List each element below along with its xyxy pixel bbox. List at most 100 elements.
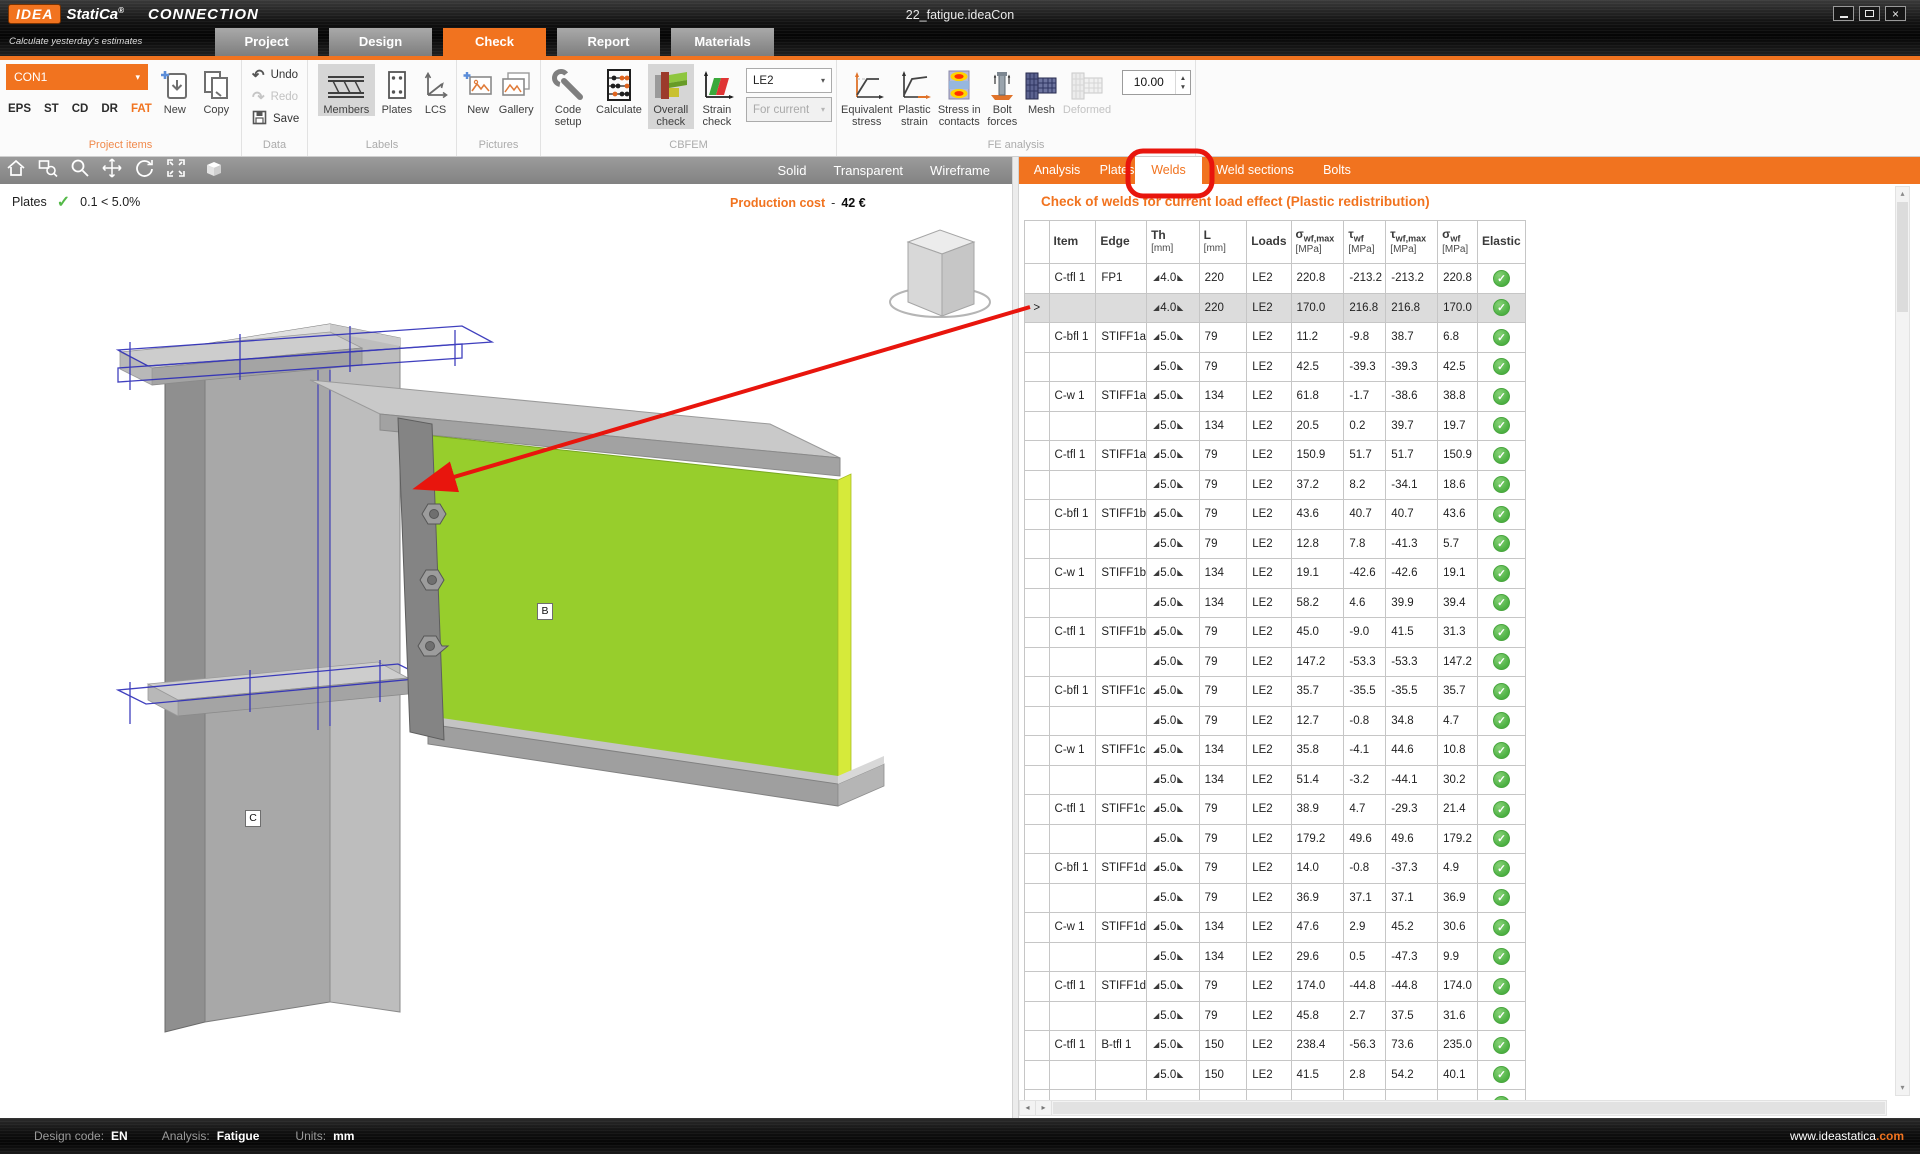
tab-welds[interactable]: Welds [1135,157,1202,184]
save-button[interactable]: Save [248,108,303,130]
spin-down-icon[interactable]: ▼ [1180,84,1186,91]
row-expander[interactable] [1024,322,1050,353]
spin-up-icon[interactable]: ▲ [1180,75,1186,82]
plates-labels-button[interactable]: Plates [379,64,416,116]
table-row[interactable]: C-tfl 1 B-tfl 1 ◢5.0◣ 150 LE2 238.4 -56.3 73.6 2… [1024,1030,1526,1061]
stress-in-contacts-button[interactable]: Stress in contacts [936,64,982,129]
mesh-button[interactable]: Mesh [1022,64,1060,116]
mode-fat[interactable]: FAT [131,103,152,115]
mode-cd[interactable]: CD [72,103,89,115]
load-effect-select[interactable]: LE2 ▾ [746,68,832,93]
tab-bolts[interactable]: Bolts [1315,157,1359,184]
table-row[interactable]: ◢5.0◣ 79 LE2 42.5 -39.3 -39.3 42.5 ✓ [1024,351,1526,382]
row-expander[interactable] [1024,410,1050,441]
table-row[interactable]: ◢5.0◣ 79 LE2 45.8 2.7 37.5 31.6 ✓ [1024,1000,1526,1031]
row-expander[interactable] [1024,558,1050,589]
table-row[interactable]: C-tfl 1 STIFF1b ◢5.0◣ 79 LE2 45.0 -9.0 41.5 31.3… [1024,617,1526,648]
view-mode-wireframe[interactable]: Wireframe [930,163,990,178]
calculate-button[interactable]: Calculate [592,64,646,116]
mode-st[interactable]: ST [44,103,59,115]
row-expander[interactable] [1024,469,1050,500]
table-row[interactable]: C-bfl 1 STIFF1a ◢5.0◣ 79 LE2 11.2 -9.8 38.7 6.8 ✓ [1024,322,1526,353]
scroll-right-icon[interactable]: ▸ [1036,1101,1052,1115]
row-expander[interactable] [1024,646,1050,677]
table-row[interactable]: C-w 1 STIFF1b ◢5.0◣ 134 LE2 19.1 -42.6 -42.6 19.… [1024,558,1526,589]
view-mode-transparent[interactable]: Transparent [833,163,903,178]
row-expander[interactable] [1024,587,1050,618]
row-expander[interactable] [1024,882,1050,913]
row-expander[interactable] [1024,440,1050,471]
solid-view-button[interactable] [198,157,230,184]
equivalent-stress-button[interactable]: Equivalent stress [841,64,892,129]
table-row[interactable]: C-w 1 STIFF1a ◢5.0◣ 134 LE2 61.8 -1.7 -38.6 38.8… [1024,381,1526,412]
row-expander[interactable] [1024,912,1050,943]
zoom-button[interactable] [64,157,96,184]
table-row[interactable]: ◢5.0◣ 79 LE2 12.8 7.8 -41.3 5.7 ✓ [1024,528,1526,559]
row-expander[interactable] [1024,528,1050,559]
deformation-scale-spinner[interactable]: 10.00 ▲ ▼ [1121,70,1192,95]
horizontal-scrollbar[interactable]: ◂ ▸ [1019,1100,1887,1116]
table-row[interactable]: C-tfl 1 FP1 ◢4.0◣ 220 LE2 220.8 -213.2 -213.2 22… [1024,263,1526,294]
tab-plates[interactable]: Plates [1095,157,1139,184]
tab-analysis[interactable]: Analysis [1029,157,1085,184]
tab-project[interactable]: Project [215,28,318,56]
member-label-c[interactable]: C [245,810,261,827]
viewport-3d[interactable]: Plates ✓ 0.1 < 5.0% Production cost - 42… [0,184,1012,1118]
row-expander[interactable] [1024,381,1050,412]
tab-materials[interactable]: Materials [671,28,774,56]
row-expander[interactable]: > [1024,292,1050,323]
plastic-strain-button[interactable]: Plastic strain [894,64,934,129]
scroll-down-icon[interactable]: ▾ [1896,1081,1909,1095]
row-expander[interactable] [1024,1000,1050,1031]
strain-check-button[interactable]: Strain check [696,64,738,129]
new-picture-button[interactable]: New [462,64,494,116]
member-label-b[interactable]: B [537,603,553,620]
row-expander[interactable] [1024,263,1050,294]
code-setup-button[interactable]: Code setup [546,64,590,129]
row-expander[interactable] [1024,1089,1050,1100]
gallery-button[interactable]: Gallery [496,64,536,116]
row-expander[interactable] [1024,1030,1050,1061]
rotate-button[interactable] [128,157,160,184]
row-expander[interactable] [1024,617,1050,648]
minimize-button[interactable] [1833,6,1854,21]
row-expander[interactable] [1024,705,1050,736]
table-row[interactable]: C-w 1 STIFF1d ◢5.0◣ 134 LE2 47.6 2.9 45.2 30.6 ✓ [1024,912,1526,943]
bolt-forces-button[interactable]: Bolt forces [984,64,1020,129]
zoom-window-button[interactable] [32,157,64,184]
lcs-labels-button[interactable]: LCS [419,64,452,116]
row-expander[interactable] [1024,941,1050,972]
table-row[interactable]: ◢5.0◣ 134 LE2 29.6 0.5 -47.3 9.9 ✓ [1024,941,1526,972]
table-row[interactable]: ◢5.0◣ 150 LE2 41.5 2.8 54.2 40.1 ✓ [1024,1059,1526,1090]
panel-splitter[interactable] [1012,157,1019,1118]
vertical-scrollbar[interactable]: ▴ ▾ [1895,186,1910,1096]
scrollbar-thumb[interactable] [1897,202,1908,312]
copy-button[interactable]: Copy [196,64,237,116]
scroll-up-icon[interactable]: ▴ [1896,187,1909,201]
mode-dr[interactable]: DR [101,103,118,115]
row-expander[interactable] [1024,1059,1050,1090]
members-labels-button[interactable]: Members [318,64,375,117]
table-row[interactable]: C-tfl 1 STIFF1d ◢5.0◣ 79 LE2 174.0 -44.8 -44.8 1… [1024,971,1526,1002]
table-row[interactable]: ◢5.0◣ 79 LE2 36.9 37.1 37.1 36.9 ✓ [1024,882,1526,913]
table-row[interactable]: ◢5.0◣ 79 LE2 12.7 -0.8 34.8 4.7 ✓ [1024,705,1526,736]
tab-weld-sections[interactable]: Weld sections [1207,157,1303,184]
row-expander[interactable] [1024,351,1050,382]
deformed-button[interactable]: Deformed [1062,64,1111,116]
view-mode-solid[interactable]: Solid [778,163,807,178]
row-expander[interactable] [1024,676,1050,707]
scrollbar-thumb[interactable] [1053,1102,1885,1114]
row-expander[interactable] [1024,764,1050,795]
undo-button[interactable]: ↶ Undo [248,64,303,86]
table-row[interactable]: C-w 1 STIFF1c ◢5.0◣ 134 LE2 35.8 -4.1 44.6 10.8 ✓ [1024,735,1526,766]
table-row[interactable]: C-tfl 1 STIFF1c ◢5.0◣ 79 LE2 38.9 4.7 -29.3 21.4… [1024,794,1526,825]
zoom-fit-button[interactable] [160,157,192,184]
row-expander[interactable] [1024,823,1050,854]
tab-check[interactable]: Check [443,28,546,56]
table-row[interactable]: C-tfl 1 STIFF1a ◢5.0◣ 79 LE2 150.9 51.7 51.7 150… [1024,440,1526,471]
overall-check-button[interactable]: Overall check [647,64,694,129]
table-row[interactable]: C-bfl 1 STIFF1d ◢5.0◣ 79 LE2 14.0 -0.8 -37.3 4.9… [1024,853,1526,884]
close-button[interactable]: × [1885,6,1906,21]
tab-design[interactable]: Design [329,28,432,56]
connection-select[interactable]: CON1 ▾ [6,64,148,90]
